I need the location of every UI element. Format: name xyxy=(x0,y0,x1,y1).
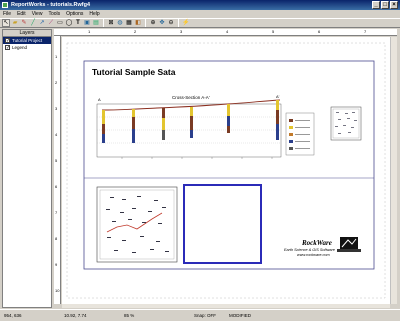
borehole-3 xyxy=(162,108,165,140)
borehole-6 xyxy=(276,100,279,140)
rockware-logo-icon xyxy=(337,237,361,252)
borehole-5 xyxy=(227,104,230,133)
ruler-mark: 6 xyxy=(55,184,58,189)
text-tool-icon[interactable]: T xyxy=(74,19,82,27)
toolbar-separator xyxy=(178,19,179,27)
pan-icon[interactable]: ✥ xyxy=(158,19,166,27)
page-title: Tutorial Sample Sata xyxy=(92,67,176,77)
menu-options[interactable]: Options xyxy=(66,11,83,17)
layer-item-legend[interactable]: ✓ Legend xyxy=(3,44,51,51)
layers-panel: Layers ✓ Tutorial Project ✓ Legend xyxy=(2,29,52,308)
location-map-small xyxy=(330,106,362,141)
layer-checkbox[interactable]: ✓ xyxy=(5,38,10,44)
layer-label: Legend xyxy=(12,45,28,50)
layer-checkbox[interactable]: ✓ xyxy=(5,45,10,51)
status-state: MODIFIED xyxy=(229,313,251,318)
zoom-in-icon[interactable]: ⊕ xyxy=(149,19,157,27)
wand-icon[interactable]: ⚡ xyxy=(182,19,190,27)
ruler-mark: 1 xyxy=(55,54,58,59)
ellipse-tool-icon[interactable]: ◯ xyxy=(65,19,73,27)
window-title: ReportWorks - tutorials.Rwfg4 xyxy=(11,2,91,8)
menu-help[interactable]: Help xyxy=(89,11,99,17)
status-position: 10.92, 7.74 xyxy=(64,313,87,318)
menu-edit[interactable]: Edit xyxy=(17,11,26,17)
layer-icon[interactable]: ◧ xyxy=(134,19,142,27)
ruler-mark: 2 xyxy=(55,80,58,85)
ruler-mark: 4 xyxy=(55,132,58,137)
rectangle-tool-icon[interactable]: ▭ xyxy=(56,19,64,27)
ruler-mark: 5 xyxy=(55,158,58,163)
minimize-button[interactable]: _ xyxy=(372,1,380,9)
cross-section-title: Cross-Section A-A' xyxy=(172,95,210,100)
layer-item-tutorial-project[interactable]: ✓ Tutorial Project xyxy=(3,37,51,44)
vertical-scrollbar[interactable] xyxy=(390,37,397,304)
line-tool-icon[interactable]: ╱ xyxy=(29,19,37,27)
menu-tools[interactable]: Tools xyxy=(48,11,60,17)
status-bar: 954, 636 10.92, 7.74 85 % Snap: OFF MODI… xyxy=(0,309,400,321)
borehole-1 xyxy=(102,110,105,143)
zoom-out-icon[interactable]: ⊖ xyxy=(167,19,175,27)
status-snap: Snap: OFF xyxy=(194,313,217,318)
pencil-icon[interactable]: ✎ xyxy=(20,19,28,27)
ruler-mark: 8 xyxy=(55,236,58,241)
ruler-mark: 3 xyxy=(55,106,58,111)
ruler-mark: 3 xyxy=(180,29,183,34)
toolbar: ↖ ▰ ✎ ╱ ↗ ⟋ ▭ ◯ T ▣ ▤ ⊠ ◍ ▦ ◧ ⊕ ✥ ⊖ ⚡ xyxy=(0,18,400,28)
zoom-box-icon[interactable]: ⊠ xyxy=(107,19,115,27)
ruler-mark: 10 xyxy=(55,288,60,293)
section-label-a: A xyxy=(98,97,101,102)
ruler-mark: 1 xyxy=(88,29,91,34)
logo-name: RockWare xyxy=(302,239,332,247)
selected-frame xyxy=(183,184,262,264)
drawing-canvas[interactable]: Tutorial Sample Sata Cross-Section A-A' … xyxy=(62,37,397,304)
logo-url: www.rockware.com xyxy=(297,253,330,257)
ruler-mark: 6 xyxy=(318,29,321,34)
horizontal-scrollbar[interactable] xyxy=(62,304,390,308)
polyline-tool-icon[interactable]: ⟋ xyxy=(47,19,55,27)
maximize-button[interactable]: □ xyxy=(381,1,389,9)
layer-label: Tutorial Project xyxy=(12,38,43,43)
vertical-ruler: 1 2 3 4 5 6 7 8 9 10 xyxy=(54,36,61,304)
well-location-map xyxy=(96,186,178,263)
ruler-mark: 5 xyxy=(272,29,275,34)
chart-tool-icon[interactable]: ▤ xyxy=(92,19,100,27)
arrow-tool-icon[interactable]: ↗ xyxy=(38,19,46,27)
select-tool-icon[interactable]: ↖ xyxy=(2,19,10,27)
menu-view[interactable]: View xyxy=(32,11,43,17)
ruler-mark: 7 xyxy=(55,210,58,215)
open-folder-icon[interactable]: ▰ xyxy=(11,19,19,27)
ruler-mark: 7 xyxy=(364,29,367,34)
ruler-mark: 4 xyxy=(226,29,229,34)
toolbar-separator xyxy=(145,19,146,27)
close-button[interactable]: × xyxy=(390,1,398,9)
menu-file[interactable]: File xyxy=(3,11,11,17)
title-bar: ReportWorks - tutorials.Rwfg4 _ □ × xyxy=(0,0,400,10)
ruler-mark: 2 xyxy=(134,29,137,34)
toolbar-separator xyxy=(103,19,104,27)
borehole-4 xyxy=(190,107,193,138)
borehole-2 xyxy=(132,109,135,143)
logo-tagline: Earth Science & GIS Software xyxy=(284,248,335,252)
ruler-mark: 9 xyxy=(55,262,58,267)
section-label-a-prime: A' xyxy=(276,94,280,99)
status-coords: 954, 636 xyxy=(4,313,22,318)
grid-icon[interactable]: ▦ xyxy=(125,19,133,27)
layers-header: Layers xyxy=(3,30,51,37)
app-icon xyxy=(2,2,8,8)
globe-icon[interactable]: ◍ xyxy=(116,19,124,27)
page-drawing xyxy=(66,42,386,299)
horizontal-ruler: 1 2 3 4 5 6 7 xyxy=(54,29,397,36)
stratigraphy-legend xyxy=(285,112,315,156)
menu-bar: File Edit View Tools Options Help xyxy=(0,10,400,18)
status-zoom: 85 % xyxy=(124,313,135,318)
image-tool-icon[interactable]: ▣ xyxy=(83,19,91,27)
